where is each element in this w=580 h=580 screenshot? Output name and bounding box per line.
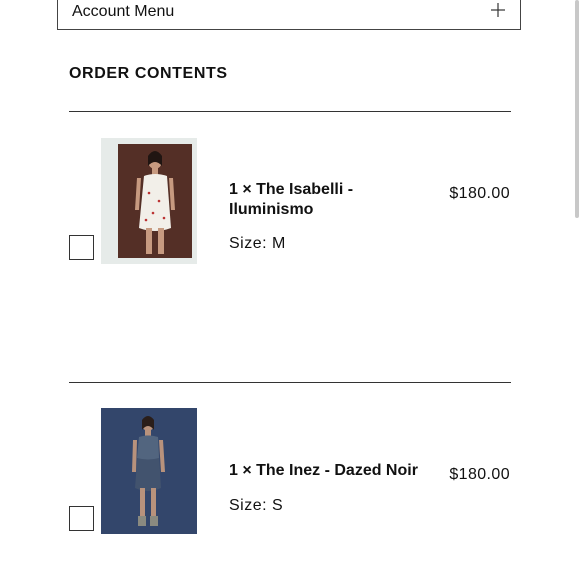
product-image[interactable] bbox=[101, 408, 197, 534]
plus-icon[interactable] bbox=[490, 2, 506, 18]
order-item: 1 × The Isabelli - Iluminismo Size: M $1… bbox=[0, 137, 580, 267]
order-contents-heading: ORDER CONTENTS bbox=[69, 65, 228, 82]
product-price: $180.00 bbox=[449, 466, 510, 483]
product-price: $180.00 bbox=[449, 185, 510, 202]
product-name[interactable]: 1 × The Inez - Dazed Noir bbox=[229, 461, 434, 481]
item-select-checkbox[interactable] bbox=[69, 506, 94, 531]
divider bbox=[69, 111, 511, 112]
product-size: Size: S bbox=[229, 497, 284, 514]
scrollbar[interactable] bbox=[575, 0, 579, 218]
account-menu-toggle[interactable]: Account Menu bbox=[57, 0, 521, 30]
product-size: Size: M bbox=[229, 235, 286, 252]
account-menu-label: Account Menu bbox=[72, 3, 175, 20]
order-item: 1 × The Inez - Dazed Noir Size: S $180.0… bbox=[0, 408, 580, 538]
product-image[interactable] bbox=[101, 138, 197, 264]
product-name[interactable]: 1 × The Isabelli - Iluminismo bbox=[229, 180, 434, 220]
item-select-checkbox[interactable] bbox=[69, 235, 94, 260]
divider bbox=[69, 382, 511, 383]
